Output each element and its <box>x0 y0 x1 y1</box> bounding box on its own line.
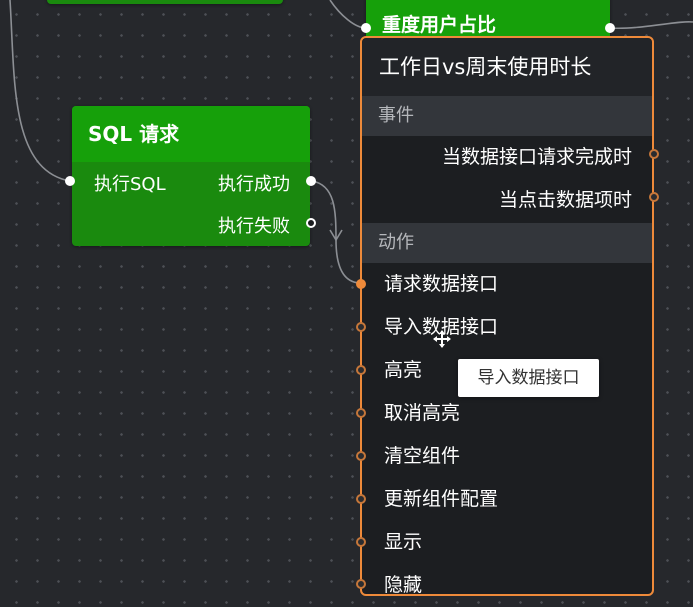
action-item[interactable]: 隐藏 <box>362 564 652 607</box>
action-item[interactable]: 请求数据接口 <box>362 263 652 306</box>
sql-output-success-port[interactable] <box>306 176 316 186</box>
action-input-port[interactable] <box>356 408 366 418</box>
top-node-output-port[interactable] <box>605 23 615 33</box>
sql-output-success-label: 执行成功 <box>218 174 290 195</box>
action-item[interactable]: 清空组件 <box>362 435 652 478</box>
action-input-port[interactable] <box>356 322 366 332</box>
event-item[interactable]: 当数据接口请求完成时 <box>362 136 652 179</box>
actions-section-header: 动作 <box>362 223 652 263</box>
action-input-port[interactable] <box>356 537 366 547</box>
action-item[interactable]: 取消高亮 <box>362 392 652 435</box>
top-node-title: 重度用户占比 <box>382 14 497 36</box>
action-input-port[interactable] <box>356 494 366 504</box>
sql-request-node[interactable]: SQL 请求 执行SQL 执行成功 执行失败 <box>72 106 310 246</box>
action-input-port-active[interactable] <box>356 279 366 289</box>
component-node-title: 工作日vs周末使用时长 <box>362 38 652 96</box>
event-output-port[interactable] <box>649 149 659 159</box>
action-input-port[interactable] <box>356 451 366 461</box>
partial-node-top-left[interactable] <box>47 0 283 4</box>
top-node-input-port[interactable] <box>361 23 371 33</box>
event-output-port[interactable] <box>649 192 659 202</box>
events-section-header: 事件 <box>362 96 652 136</box>
sql-output-fail-port[interactable] <box>306 218 316 228</box>
sql-output-fail-label: 执行失败 <box>218 216 290 237</box>
event-item[interactable]: 当点击数据项时 <box>362 179 652 221</box>
action-item[interactable]: 导入数据接口 <box>362 306 652 349</box>
sql-input-label: 执行SQL <box>94 174 166 195</box>
action-item[interactable]: 显示 <box>362 521 652 564</box>
sql-input-port[interactable] <box>65 176 75 186</box>
action-item[interactable]: 更新组件配置 <box>362 478 652 521</box>
action-input-port[interactable] <box>356 579 366 589</box>
tooltip: 导入数据接口 <box>458 359 599 397</box>
chart-component-node[interactable]: 工作日vs周末使用时长 事件 当数据接口请求完成时 当点击数据项时 动作 请求数… <box>360 36 654 596</box>
sql-node-title: SQL 请求 <box>88 122 180 146</box>
action-input-port[interactable] <box>356 365 366 375</box>
move-cursor-icon <box>433 330 451 348</box>
sql-node-header: SQL 请求 <box>72 106 310 162</box>
